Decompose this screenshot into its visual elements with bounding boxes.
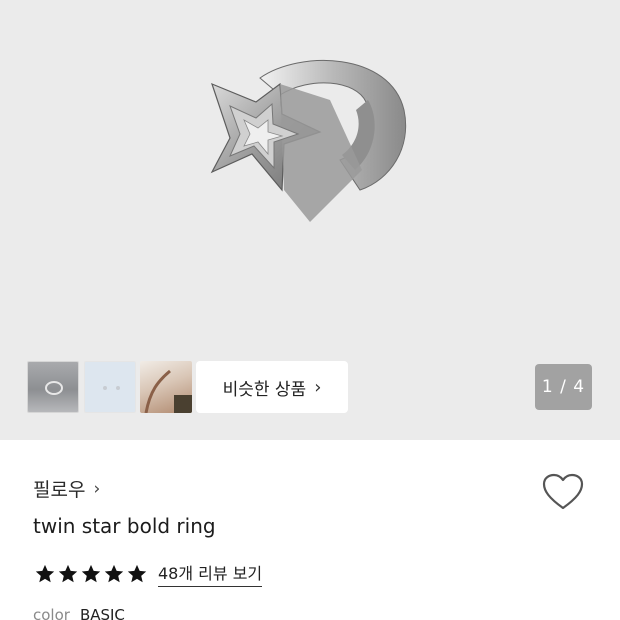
thumbnail-earrings[interactable] (84, 361, 136, 413)
option-label: color (33, 606, 70, 620)
brand-link[interactable]: 필로우 › (33, 475, 100, 502)
option-row[interactable]: color BASIC (33, 606, 125, 620)
option-value: BASIC (79, 606, 125, 620)
ring-thumbnail-image (45, 381, 63, 395)
star-icon (127, 564, 147, 582)
star-icon (58, 564, 78, 582)
similar-products-button[interactable]: 비슷한 상품 › (196, 361, 348, 413)
chevron-right-icon: › (93, 478, 101, 499)
star-icon (81, 564, 101, 582)
star-icon (104, 564, 124, 582)
thumbnail-model[interactable] (140, 361, 192, 413)
product-name: twin star bold ring (33, 514, 216, 538)
chevron-right-icon: › (314, 376, 322, 398)
similar-products-label: 비슷한 상품 (222, 379, 307, 400)
rating-row: 48개 리뷰 보기 (34, 560, 263, 587)
earring-thumbnail-image (103, 386, 120, 390)
thumbnail-ring[interactable] (27, 361, 79, 413)
star-icon (35, 564, 55, 582)
product-image (210, 59, 407, 222)
product-image-gallery[interactable]: 비슷한 상품 › 1 / 4 (0, 0, 620, 440)
reviews-link[interactable]: 48개 리뷰 보기 (158, 560, 263, 587)
image-page-counter: 1 / 4 (535, 364, 592, 410)
model-thumbnail-image (144, 369, 192, 413)
star-rating (34, 563, 148, 585)
heart-outline-icon[interactable] (541, 472, 585, 512)
brand-name: 필로우 (33, 479, 86, 501)
